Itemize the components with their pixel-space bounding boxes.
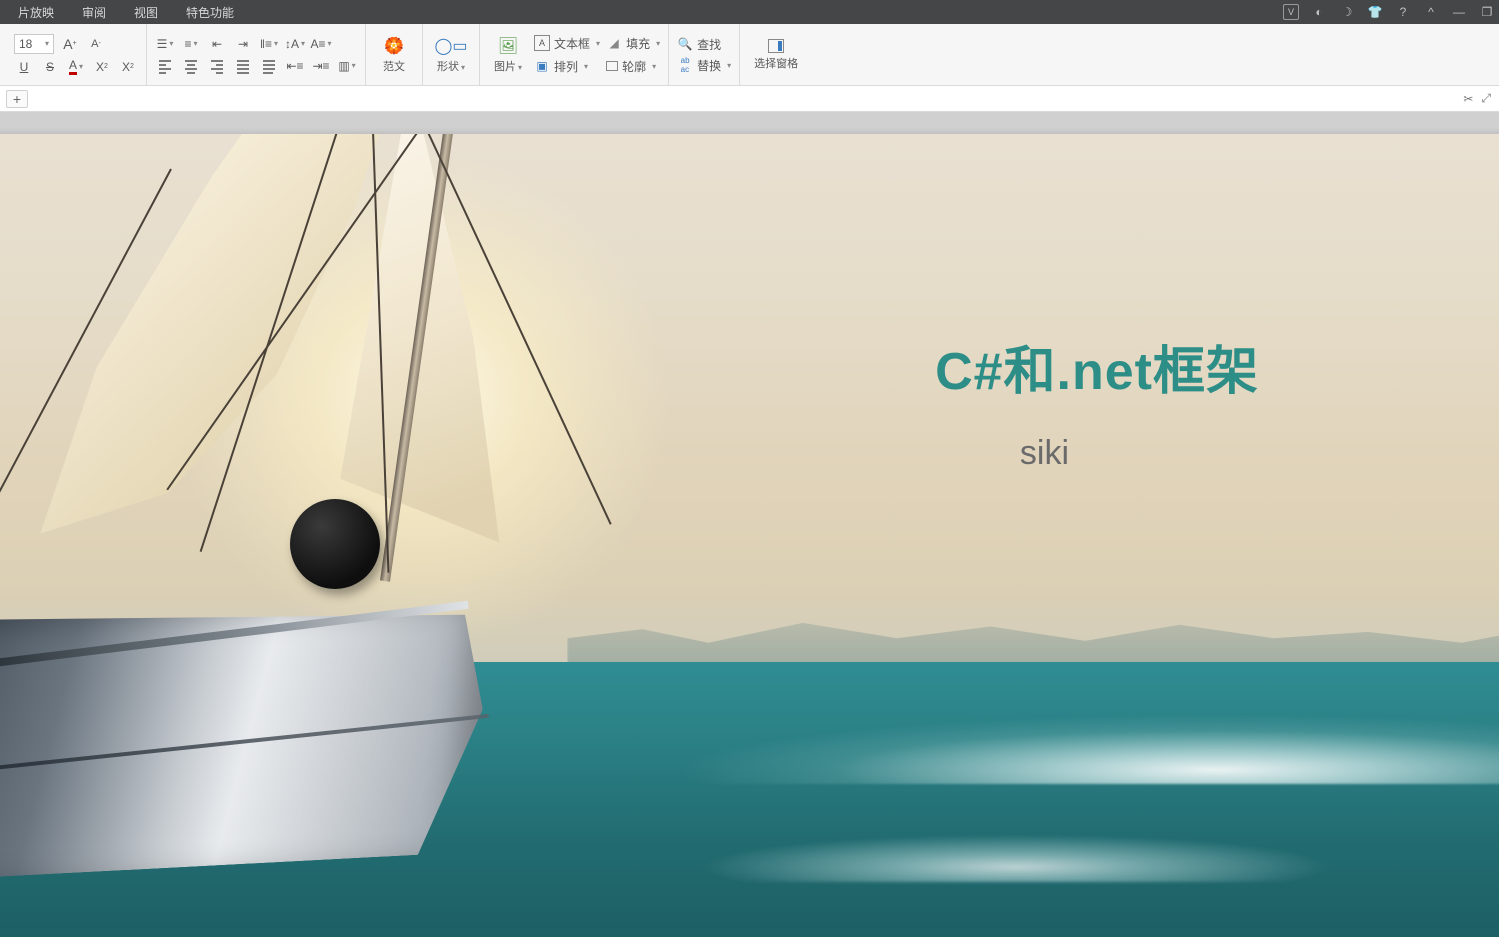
font-color-button[interactable]: A▾: [66, 58, 86, 76]
picture-icon: 🖼: [498, 36, 518, 56]
outline-icon: [606, 61, 618, 71]
slide[interactable]: C#和.net框架 siki: [0, 134, 1499, 937]
moon-icon[interactable]: ☽: [1339, 4, 1355, 20]
find-button[interactable]: 🔍 查找: [677, 36, 731, 53]
ribbon: 18▾ A+ A- U S A▾ X2 X2 ☰▾ ≡▾ ⇤ ⇥ ‖≡▾ ↕A▾…: [0, 24, 1499, 86]
replace-icon: abac: [677, 57, 693, 73]
ribbon-badge-icon: 🏵️: [384, 36, 404, 56]
increase-indent-button[interactable]: ⇥: [233, 35, 253, 53]
align-right-button[interactable]: [207, 57, 227, 75]
decrease-font-button[interactable]: A-: [86, 35, 106, 53]
shirt-icon[interactable]: 👕: [1367, 4, 1383, 20]
align-justify-button[interactable]: [233, 57, 253, 75]
minimize-icon[interactable]: —: [1451, 4, 1467, 20]
new-tab-button[interactable]: +: [6, 90, 28, 108]
menu-view[interactable]: 视图: [120, 4, 172, 21]
paragraph-group: ☰▾ ≡▾ ⇤ ⇥ ‖≡▾ ↕A▾ A≡▾ ⇤≡ ⇥≡: [147, 24, 366, 85]
indent-dec2-button[interactable]: ⇤≡: [285, 57, 305, 75]
menu-bar: 片放映 审阅 视图 特色功能 V ◐ ☽ 👕 ? ^ — ❐: [0, 0, 1499, 24]
find-icon: 🔍: [677, 36, 693, 52]
canvas-area: C#和.net框架 siki: [0, 112, 1499, 937]
picture-button[interactable]: 🖼 图片▾: [488, 24, 528, 85]
tools-icon[interactable]: ✂: [1463, 92, 1473, 106]
slide-background-image: [0, 134, 1499, 937]
textbox-button[interactable]: A 文本框▾: [534, 35, 600, 52]
sample-group: 🏵️ 范文: [366, 24, 423, 85]
bullets-button[interactable]: ☰▾: [155, 35, 175, 53]
textbox-icon: A: [534, 35, 550, 51]
menu-slideshow[interactable]: 片放映: [4, 4, 68, 21]
maximize-icon[interactable]: ❐: [1479, 4, 1495, 20]
align-text-button[interactable]: A≡▾: [311, 35, 331, 53]
slide-subtitle[interactable]: siki: [1020, 434, 1069, 473]
vip-icon[interactable]: V: [1283, 4, 1299, 20]
menu-review[interactable]: 审阅: [68, 4, 120, 21]
shapes-icon: ◯▭: [441, 36, 461, 56]
fill-icon: ◢: [606, 35, 622, 51]
sample-button[interactable]: 🏵️ 范文: [374, 34, 414, 76]
fill-button[interactable]: ◢ 填充▾: [606, 35, 660, 52]
numbering-button[interactable]: ≡▾: [181, 35, 201, 53]
menu-features[interactable]: 特色功能: [172, 4, 248, 21]
arrange-icon: ▣: [534, 58, 550, 74]
columns-button[interactable]: ▥▾: [337, 57, 357, 75]
tab-strip-right: ✂ ⤢: [1463, 86, 1491, 111]
font-size-select[interactable]: 18▾: [14, 34, 54, 54]
align-left-button[interactable]: [155, 57, 175, 75]
arrange-button[interactable]: ▣ 排列▾: [534, 58, 600, 75]
insert-group: 🖼 图片▾ A 文本框▾ ▣ 排列▾ ◢ 填充▾ 轮廓▾: [480, 24, 669, 85]
increase-font-button[interactable]: A+: [60, 35, 80, 53]
collapse-ribbon-icon[interactable]: ^: [1423, 4, 1439, 20]
outline-button[interactable]: 轮廓▾: [606, 58, 660, 75]
select-pane-button[interactable]: 选择窗格: [748, 37, 804, 73]
replace-button[interactable]: abac 替换▾: [677, 57, 731, 74]
tab-strip: + ✂ ⤢: [0, 86, 1499, 112]
align-center-button[interactable]: [181, 57, 201, 75]
font-group: 18▾ A+ A- U S A▾ X2 X2: [6, 24, 147, 85]
slide-title[interactable]: C#和.net框架: [935, 329, 1259, 404]
shape-group: ◯▭ 形状▾: [423, 24, 480, 85]
strikethrough-button[interactable]: S: [40, 58, 60, 76]
shape-button[interactable]: ◯▭ 形状▾: [431, 34, 471, 76]
window-controls: V ◐ ☽ 👕 ? ^ — ❐: [1283, 0, 1495, 24]
help-icon[interactable]: ?: [1395, 4, 1411, 20]
sync-icon[interactable]: ◐: [1311, 4, 1327, 20]
align-distributed-button[interactable]: [259, 57, 279, 75]
editing-group: 🔍 查找 abac 替换▾: [669, 24, 740, 85]
underline-button[interactable]: U: [14, 58, 34, 76]
decrease-indent-button[interactable]: ⇤: [207, 35, 227, 53]
subscript-button[interactable]: X2: [118, 58, 138, 76]
select-pane-icon: [768, 39, 784, 53]
text-direction-button[interactable]: ↕A▾: [285, 35, 305, 53]
line-spacing-button[interactable]: ‖≡▾: [259, 35, 279, 53]
select-pane-group: 选择窗格: [740, 24, 812, 85]
indent-inc2-button[interactable]: ⇥≡: [311, 57, 331, 75]
expand-icon[interactable]: ⤢: [1481, 91, 1491, 106]
superscript-button[interactable]: X2: [92, 58, 112, 76]
